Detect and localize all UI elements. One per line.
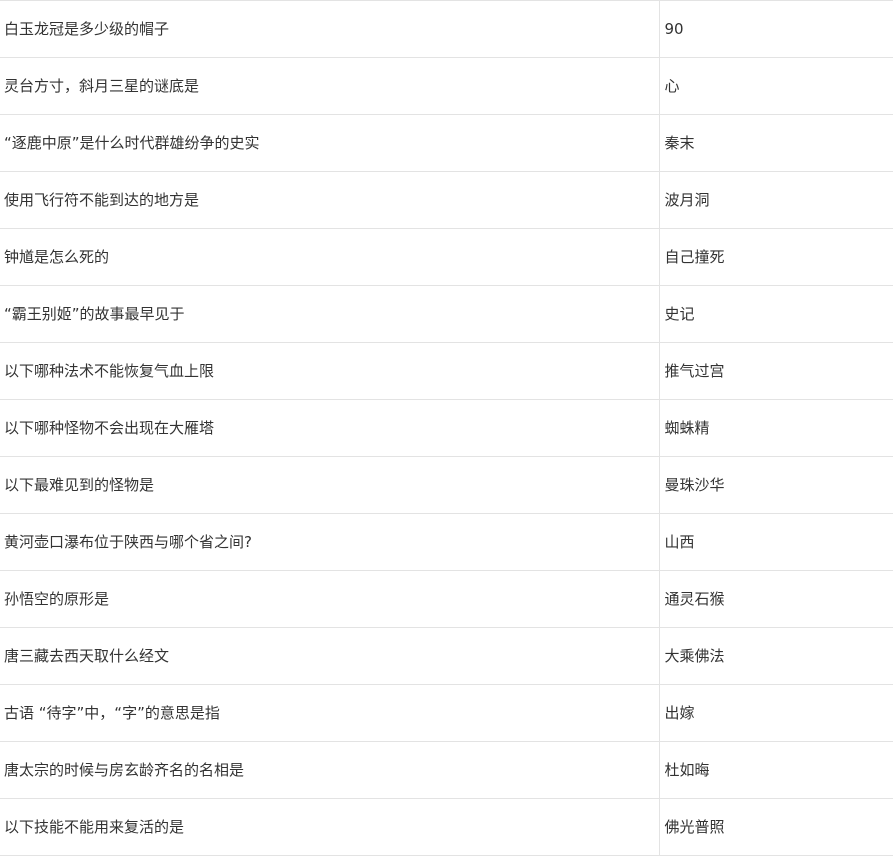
answer-cell: 大乘佛法 <box>659 627 893 685</box>
table-row: 唐太宗的时候与房玄龄齐名的名相是 杜如晦 <box>0 741 893 799</box>
table-row: 孙悟空的原形是 通灵石猴 <box>0 570 893 628</box>
question-cell: 黄河壶口瀑布位于陕西与哪个省之间? <box>0 513 660 571</box>
table-row: 唐三藏去西天取什么经文 大乘佛法 <box>0 627 893 685</box>
answer-cell: 杜如晦 <box>659 741 893 799</box>
qa-table-body: 白玉龙冠是多少级的帽子 90 灵台方寸，斜月三星的谜底是 心 “逐鹿中原”是什么… <box>0 0 893 856</box>
answer-cell: 通灵石猴 <box>659 570 893 628</box>
answer-cell: 心 <box>659 57 893 115</box>
qa-table: 白玉龙冠是多少级的帽子 90 灵台方寸，斜月三星的谜底是 心 “逐鹿中原”是什么… <box>0 0 893 856</box>
question-cell: 以下技能不能用来复活的是 <box>0 798 660 856</box>
table-row: 白玉龙冠是多少级的帽子 90 <box>0 0 893 58</box>
answer-cell: 蜘蛛精 <box>659 399 893 457</box>
answer-cell: 自己撞死 <box>659 228 893 286</box>
answer-cell: 90 <box>659 0 893 58</box>
question-cell: 灵台方寸，斜月三星的谜底是 <box>0 57 660 115</box>
table-row: 以下哪种法术不能恢复气血上限 推气过宫 <box>0 342 893 400</box>
question-cell: 白玉龙冠是多少级的帽子 <box>0 0 660 58</box>
question-cell: 以下哪种怪物不会出现在大雁塔 <box>0 399 660 457</box>
answer-cell: 秦末 <box>659 114 893 172</box>
table-row: 灵台方寸，斜月三星的谜底是 心 <box>0 57 893 115</box>
question-cell: 钟馗是怎么死的 <box>0 228 660 286</box>
question-cell: 唐太宗的时候与房玄龄齐名的名相是 <box>0 741 660 799</box>
question-cell: 孙悟空的原形是 <box>0 570 660 628</box>
table-row: 古语 “待字”中，“字”的意思是指 出嫁 <box>0 684 893 742</box>
question-cell: 以下最难见到的怪物是 <box>0 456 660 514</box>
question-cell: 使用飞行符不能到达的地方是 <box>0 171 660 229</box>
table-row: “霸王别姬”的故事最早见于 史记 <box>0 285 893 343</box>
question-cell: “逐鹿中原”是什么时代群雄纷争的史实 <box>0 114 660 172</box>
answer-cell: 曼珠沙华 <box>659 456 893 514</box>
table-row: 使用飞行符不能到达的地方是 波月洞 <box>0 171 893 229</box>
table-row: 黄河壶口瀑布位于陕西与哪个省之间? 山西 <box>0 513 893 571</box>
answer-cell: 波月洞 <box>659 171 893 229</box>
table-row: 以下最难见到的怪物是 曼珠沙华 <box>0 456 893 514</box>
question-cell: 以下哪种法术不能恢复气血上限 <box>0 342 660 400</box>
table-row: 钟馗是怎么死的 自己撞死 <box>0 228 893 286</box>
table-row: 以下哪种怪物不会出现在大雁塔 蜘蛛精 <box>0 399 893 457</box>
question-cell: 古语 “待字”中，“字”的意思是指 <box>0 684 660 742</box>
answer-cell: 佛光普照 <box>659 798 893 856</box>
answer-cell: 推气过宫 <box>659 342 893 400</box>
table-row: “逐鹿中原”是什么时代群雄纷争的史实 秦末 <box>0 114 893 172</box>
answer-cell: 出嫁 <box>659 684 893 742</box>
answer-cell: 山西 <box>659 513 893 571</box>
answer-cell: 史记 <box>659 285 893 343</box>
question-cell: 唐三藏去西天取什么经文 <box>0 627 660 685</box>
table-row: 以下技能不能用来复活的是 佛光普照 <box>0 798 893 856</box>
question-cell: “霸王别姬”的故事最早见于 <box>0 285 660 343</box>
